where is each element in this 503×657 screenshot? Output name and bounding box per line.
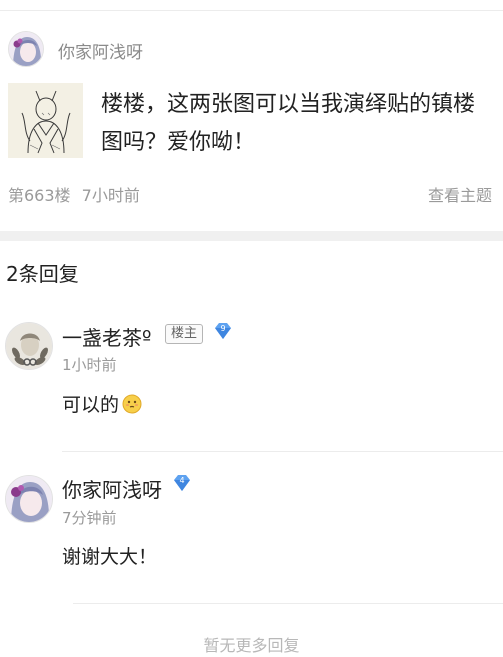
reply-time: 7分钟前 <box>62 509 117 527</box>
avatar[interactable] <box>5 475 53 523</box>
level-number: 4 <box>179 476 184 485</box>
level-badge: 4 <box>171 472 193 494</box>
anime-girl-avatar-icon <box>6 476 52 522</box>
reply-time: 1小时前 <box>62 356 117 374</box>
owner-badge: 楼主 <box>165 324 204 344</box>
reply-text: 可以的 <box>62 394 120 416</box>
reply-content: 谢谢大大！ <box>62 546 158 568</box>
reply-content: 可以的 <box>62 390 142 419</box>
sketch-image-icon <box>8 83 83 158</box>
reply-divider <box>62 451 503 452</box>
floor-and-time: 第663楼 7小时前 <box>8 182 140 206</box>
anime-girl-avatar-icon <box>9 32 43 66</box>
avatar[interactable] <box>8 31 44 67</box>
post-time: 7小时前 <box>81 186 140 205</box>
view-topic-link[interactable]: 查看主题 <box>428 182 492 206</box>
diamond-level-icon: 4 <box>174 475 190 491</box>
reply-divider <box>73 603 503 604</box>
smile-emoji-icon <box>122 394 142 419</box>
laurel-emblem-avatar-icon <box>6 323 52 369</box>
post-username[interactable]: 你家阿浅呀 <box>58 38 143 63</box>
floor-number: 第663楼 <box>8 186 71 205</box>
avatar[interactable] <box>5 322 53 370</box>
diamond-level-icon: 9 <box>215 323 231 339</box>
no-more-replies: 暂无更多回复 <box>203 636 300 655</box>
reply-username[interactable]: 你家阿浅呀 <box>62 474 162 503</box>
reply-username[interactable]: 一盏老茶º <box>62 322 151 351</box>
section-separator <box>0 231 503 241</box>
level-badge: 9 <box>212 320 234 342</box>
reply-count-heading: 2条回复 <box>6 262 79 286</box>
level-number: 9 <box>220 324 225 333</box>
top-divider <box>0 10 503 11</box>
post-text: 楼楼，这两张图可以当我演绎贴的镇楼图吗？爱你呦！ <box>101 92 476 155</box>
post-image-thumbnail[interactable] <box>8 83 83 158</box>
